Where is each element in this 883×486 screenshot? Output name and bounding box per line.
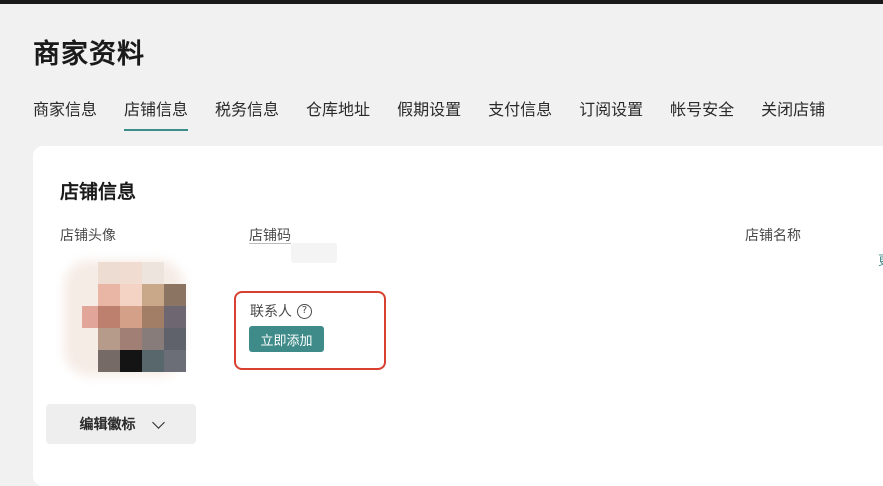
edit-logo-label: 编辑徽标 [79, 417, 136, 433]
avatar-pixel [98, 328, 120, 350]
store-name-edit-link[interactable]: 更 [878, 250, 883, 269]
tab-warehouse-address[interactable]: 仓库地址 [306, 96, 370, 131]
avatar-pixel [164, 328, 186, 350]
avatar-pixel [120, 328, 142, 350]
tab-store-info[interactable]: 店铺信息 [124, 96, 189, 131]
avatar-label: 店铺头像 [60, 228, 116, 244]
tab-subscription-settings[interactable]: 订阅设置 [579, 96, 643, 131]
avatar-pixel [82, 306, 98, 328]
store-name-label: 店铺名称 [745, 228, 801, 244]
avatar-pixel [142, 328, 164, 350]
page-title: 商家资料 [33, 39, 145, 70]
avatar-pixel [120, 350, 142, 372]
chevron-down-icon [151, 415, 165, 429]
window-top-edge [0, 0, 883, 4]
avatar-pixel [142, 350, 164, 372]
tab-payment-info[interactable]: 支付信息 [488, 96, 552, 131]
store-code-label[interactable]: 店铺码 [249, 225, 291, 245]
store-info-card: 店铺信息 店铺头像 店铺码 店铺名称 更 编辑徽标 联系人 ? 立即添加 [33, 146, 883, 486]
tab-holiday-settings[interactable]: 假期设置 [397, 96, 461, 131]
avatar-pixel [164, 306, 186, 328]
help-circle-icon[interactable]: ? [297, 303, 312, 319]
avatar-pixel [120, 262, 142, 284]
tab-account-security[interactable]: 帐号安全 [670, 96, 734, 131]
avatar-pixel [120, 284, 142, 306]
contact-field: 联系人 ? [250, 301, 312, 321]
avatar-pixel [98, 350, 120, 372]
edit-logo-button[interactable]: 编辑徽标 [46, 404, 196, 444]
avatar-pixel [98, 284, 120, 306]
contact-label: 联系人 [250, 304, 292, 320]
avatar-pixel [142, 306, 164, 328]
tab-merchant-info[interactable]: 商家信息 [33, 96, 97, 131]
avatar-pixel [98, 262, 120, 284]
tab-bar: 商家信息 店铺信息 税务信息 仓库地址 假期设置 支付信息 订阅设置 帐号安全 … [33, 96, 852, 131]
section-title: 店铺信息 [60, 181, 137, 203]
avatar-pixel [142, 262, 164, 284]
avatar-pixel [142, 284, 164, 306]
avatar-pixel [120, 306, 142, 328]
store-code-value-redacted [291, 243, 337, 263]
avatar-pixel [164, 284, 186, 306]
store-avatar[interactable] [60, 258, 186, 376]
avatar-pixel [98, 306, 120, 328]
tab-tax-info[interactable]: 税务信息 [215, 96, 279, 131]
avatar-pixel [164, 350, 186, 372]
tab-close-store[interactable]: 关闭店铺 [761, 96, 825, 131]
add-contact-button[interactable]: 立即添加 [249, 326, 324, 352]
